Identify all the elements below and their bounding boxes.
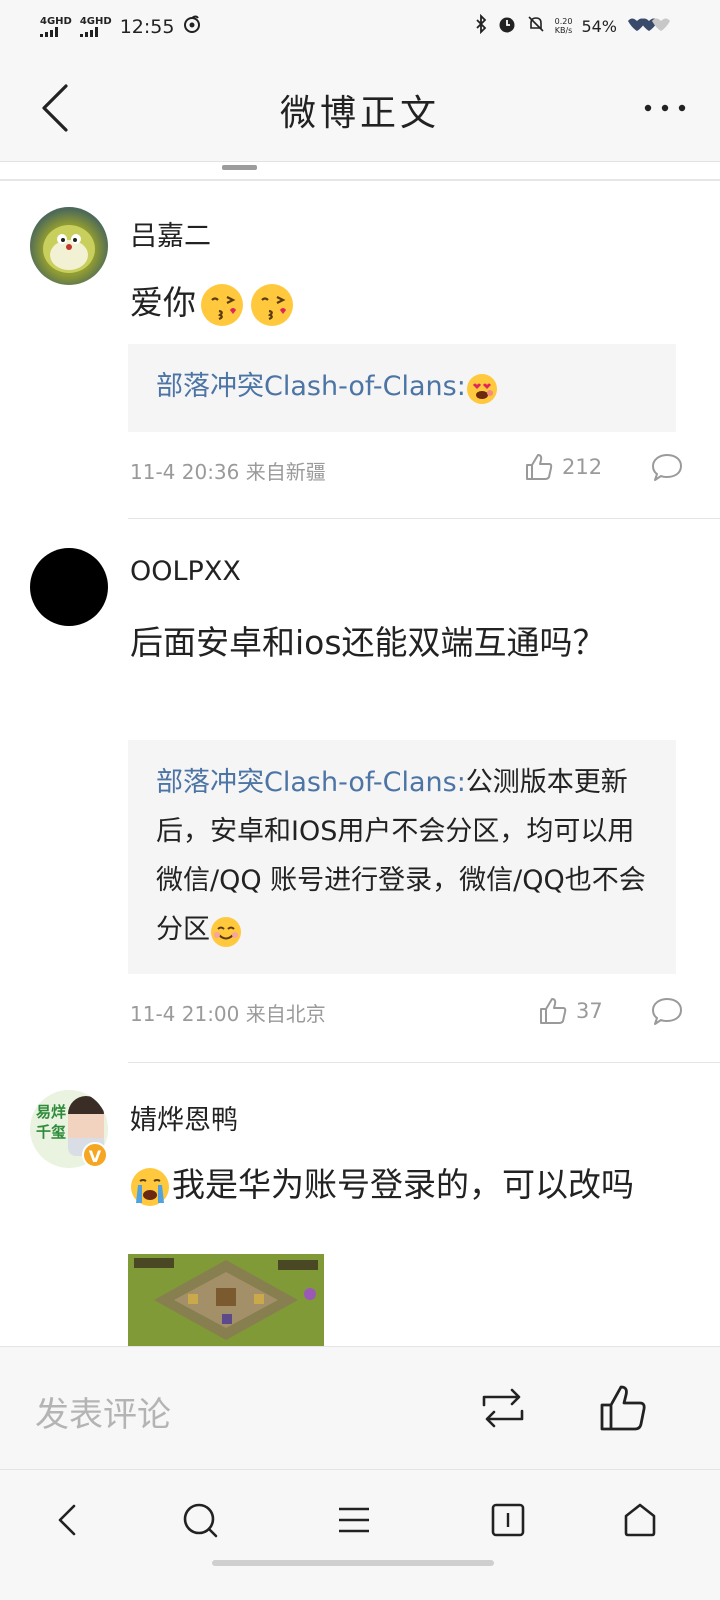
comment-icon: [652, 998, 682, 1025]
mute-icon: [526, 14, 546, 38]
kiss-emoji-icon: [200, 283, 244, 327]
system-navigation-bar: [0, 1470, 720, 1600]
like-icon: [526, 454, 553, 480]
comment-button[interactable]: [650, 996, 684, 1028]
comment-username[interactable]: 婧烨恩鸭: [130, 1098, 238, 1137]
home-icon: [624, 1503, 656, 1537]
top-navigation-bar: 微博正文: [0, 54, 720, 162]
repost-button[interactable]: [478, 1385, 528, 1431]
nav-search-button[interactable]: [180, 1500, 220, 1540]
search-icon: [183, 1503, 218, 1538]
nav-menu-button[interactable]: [334, 1500, 374, 1540]
like-icon: [540, 998, 567, 1024]
comment-text: 爱你: [130, 276, 690, 330]
home-indicator[interactable]: [212, 1560, 494, 1566]
clock: 12:55: [119, 15, 175, 38]
like-icon: [600, 1385, 646, 1431]
avatar[interactable]: [30, 207, 108, 285]
reply-author-link[interactable]: 部落冲突Clash-of-Clans:: [156, 371, 466, 402]
reply-box[interactable]: 部落冲突Clash-of-Clans:公测版本更新后，安卓和IOS用户不会分区，…: [128, 740, 676, 974]
sim1-label: 4GHD: [40, 15, 72, 27]
comment-username[interactable]: 吕嘉二: [130, 214, 211, 253]
battery-percent: 54%: [581, 16, 617, 36]
kiss-emoji-icon: [250, 283, 294, 327]
nav-back-button[interactable]: [50, 1500, 90, 1540]
comment-input[interactable]: 发表评论: [35, 1387, 171, 1436]
comment-text: 后面安卓和ios还能双端互通吗？: [130, 623, 606, 662]
bluetooth-icon: [474, 13, 488, 38]
nav-tabs-button[interactable]: [488, 1500, 528, 1540]
menu-icon: [339, 1507, 369, 1533]
avatar-text-line2: 千玺: [36, 1123, 67, 1141]
nav-home-button[interactable]: [620, 1500, 660, 1540]
page-title: 微博正文: [279, 93, 440, 134]
comment-button[interactable]: [650, 452, 684, 484]
smile-emoji-icon: [210, 915, 242, 947]
signal-icon-sim1: 4GHD: [40, 15, 72, 37]
back-arrow-icon: [58, 1504, 76, 1536]
like-button[interactable]: 212: [524, 452, 602, 482]
crying-emoji-icon: [130, 1167, 170, 1207]
signal-icon-sim2: 4GHD: [79, 15, 112, 37]
comment-image[interactable]: [128, 1254, 324, 1346]
tabs-icon: [491, 1503, 525, 1537]
comment-timestamp: 11-4 20:36 来自新疆: [130, 460, 326, 484]
battery-icon: [626, 16, 670, 36]
comment-username[interactable]: OOLPXX: [130, 556, 241, 587]
comment-action-bar: 发表评论: [0, 1346, 720, 1470]
avatar[interactable]: [30, 548, 108, 626]
sim2-label: 4GHD: [79, 15, 112, 27]
network-speed: 0.20 KB/s: [554, 17, 573, 35]
reply-author-link[interactable]: 部落冲突Clash-of-Clans:: [156, 767, 466, 798]
comment-text: 我是华为账号登录的，可以改吗: [130, 1158, 690, 1212]
scroll-indicator: [222, 165, 257, 170]
comment-divider: [128, 1062, 720, 1063]
like-count: 212: [562, 455, 603, 479]
status-bar: 4GHD 4GHD 12:55 0.20 KB/s 54%: [0, 0, 720, 54]
app-notification-icon: [182, 14, 202, 39]
verified-icon: V: [82, 1142, 108, 1168]
comment-divider: [128, 518, 720, 519]
like-count: 37: [576, 999, 603, 1023]
comment-timestamp: 11-4 21:00 来自北京: [130, 1002, 326, 1026]
alarm-icon: [497, 14, 517, 38]
reply-box[interactable]: 部落冲突Clash-of-Clans:: [128, 344, 676, 432]
repost-icon: [482, 1388, 524, 1428]
more-icon: [644, 104, 686, 112]
heart-eyes-emoji-icon: [466, 372, 498, 404]
avatar-text-line1: 易烊: [36, 1103, 67, 1121]
like-button[interactable]: 37: [538, 996, 603, 1026]
comment-icon: [652, 454, 682, 481]
more-button[interactable]: [640, 90, 690, 126]
header-divider: [0, 179, 720, 181]
like-post-button[interactable]: [598, 1383, 648, 1433]
